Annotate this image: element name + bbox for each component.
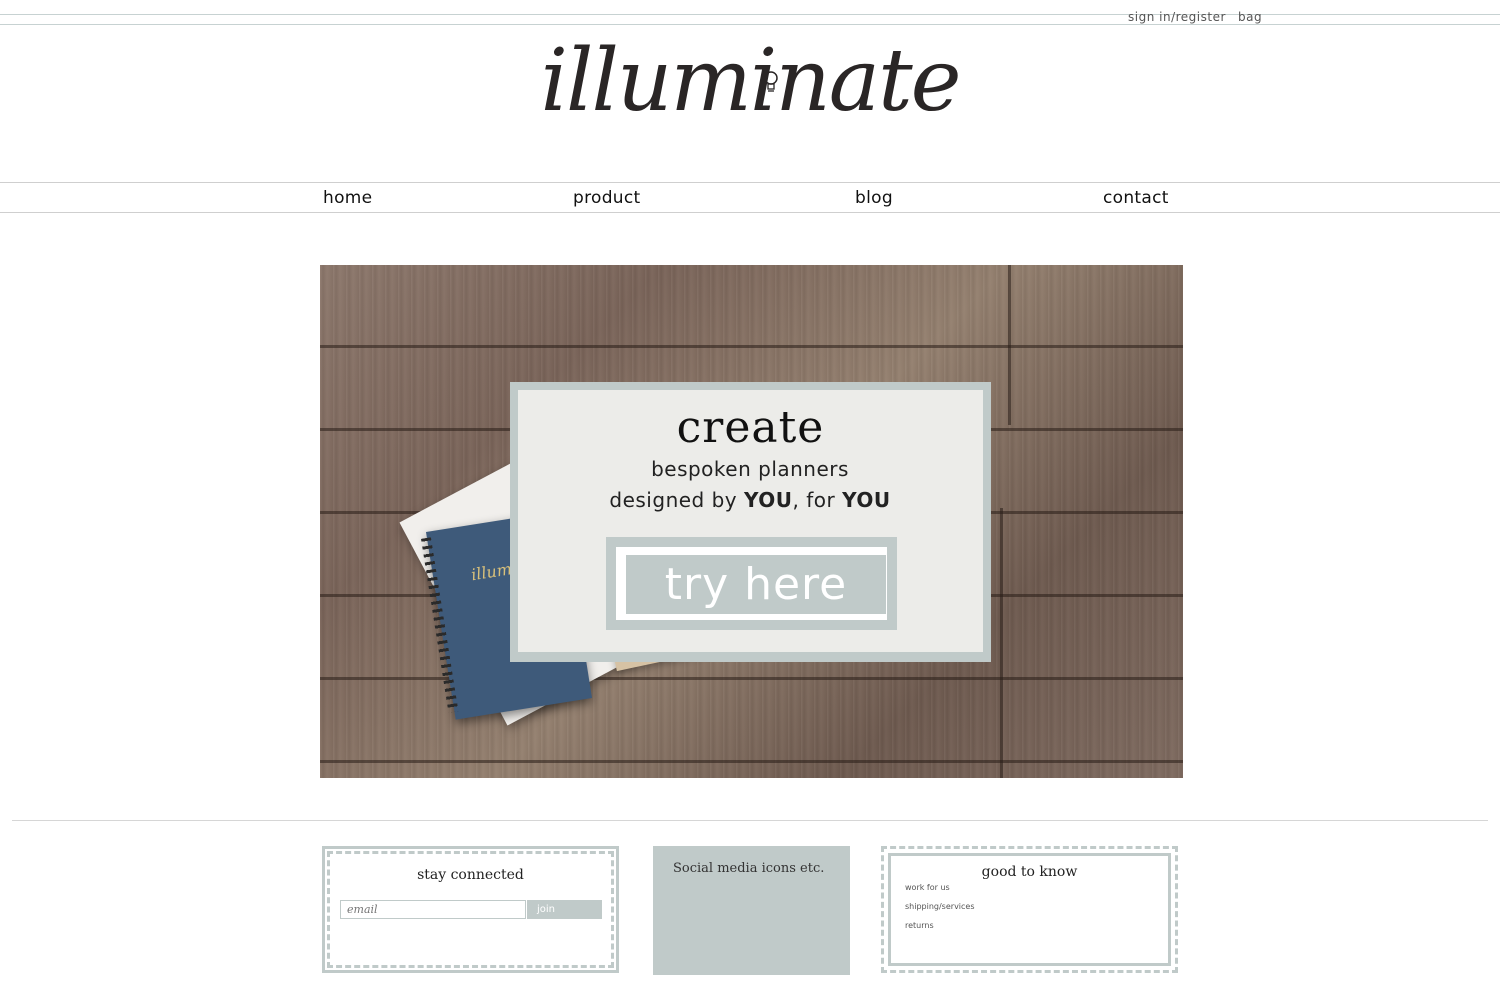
top-rule — [0, 24, 1500, 25]
hero-you-2: YOU — [842, 488, 891, 512]
plank-seam — [1008, 265, 1011, 425]
plank-seam — [1000, 508, 1003, 778]
nav-top-rule — [0, 182, 1500, 183]
nav-contact[interactable]: contact — [1103, 188, 1169, 208]
stay-connected-title: stay connected — [417, 867, 524, 883]
work-for-us-link[interactable]: work for us — [905, 883, 950, 892]
logo-text: illuminate — [540, 31, 961, 131]
hero-headline: create — [676, 402, 825, 453]
returns-link[interactable]: returns — [905, 921, 934, 930]
site-logo[interactable]: illuminate — [0, 38, 1500, 124]
hero-subline-1: bespoken planners — [651, 457, 849, 481]
email-input[interactable] — [340, 900, 526, 919]
social-media-box: Social media icons etc. — [653, 846, 850, 975]
hero-subline-2-mid: , for — [792, 488, 843, 512]
nav-product[interactable]: product — [573, 188, 641, 208]
hero-subline-2: designed by YOU, for YOU — [0, 488, 1500, 512]
good-to-know-title: good to know — [981, 864, 1078, 880]
hero-you-1: YOU — [743, 488, 793, 512]
bag-link[interactable]: bag — [1238, 10, 1262, 24]
footer-divider — [12, 820, 1488, 821]
nav-bottom-rule — [0, 212, 1500, 213]
hero-subline-2-pre: designed by — [609, 488, 744, 512]
join-button[interactable]: join — [527, 900, 602, 919]
shipping-services-link[interactable]: shipping/services — [905, 902, 975, 911]
nav-blog[interactable]: blog — [855, 188, 893, 208]
social-media-text: Social media icons etc. — [673, 861, 825, 876]
try-here-button[interactable]: try here — [626, 555, 886, 614]
top-rule — [0, 14, 1500, 15]
nav-home[interactable]: home — [323, 188, 372, 208]
sign-in-register-link[interactable]: sign in/register — [1128, 10, 1226, 24]
lightbulb-icon — [764, 71, 778, 92]
